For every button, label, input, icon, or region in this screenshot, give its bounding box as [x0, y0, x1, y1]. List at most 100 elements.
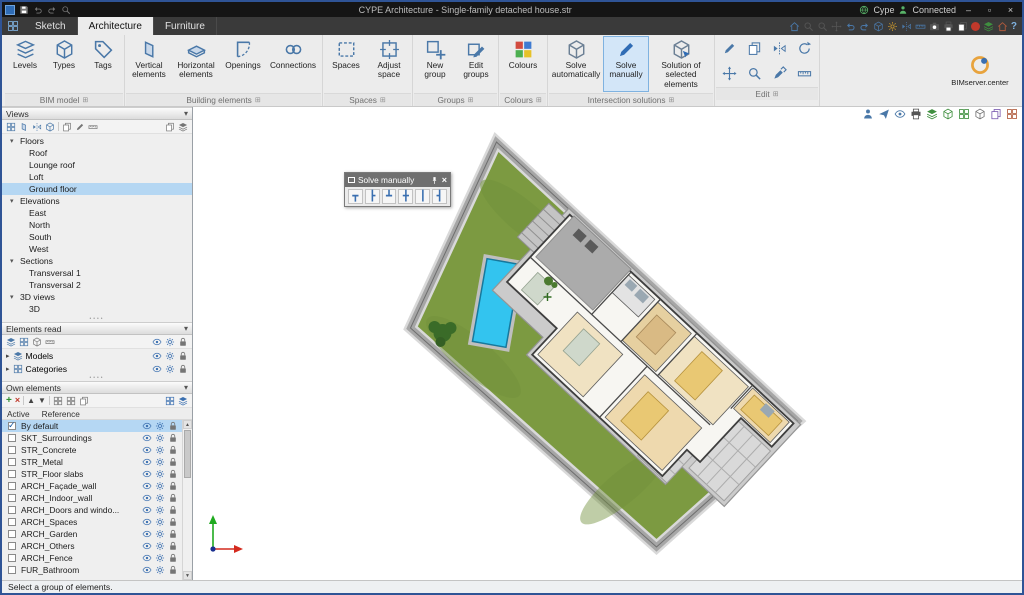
settings-icon[interactable]: [165, 351, 175, 361]
settings-icon[interactable]: [155, 481, 165, 491]
settings-icon[interactable]: [155, 565, 165, 575]
active-checkbox[interactable]: [8, 458, 16, 466]
own-element-row[interactable]: STR_Concrete: [2, 444, 192, 456]
floating-toolbar-titlebar[interactable]: Solve manually ×: [345, 173, 450, 187]
close-icon[interactable]: ×: [442, 175, 447, 185]
section-view-icon[interactable]: [32, 122, 42, 132]
elements-read-row-categories[interactable]: ▸ Categories: [2, 362, 192, 375]
active-checkbox[interactable]: [8, 506, 16, 514]
zoom-edit-button[interactable]: [743, 62, 766, 85]
own-element-row[interactable]: STR_Floor slabs: [2, 468, 192, 480]
visibility-icon[interactable]: [152, 351, 162, 361]
cype-logo-icon[interactable]: [859, 5, 869, 15]
app-menu-icon[interactable]: [2, 17, 24, 35]
app-icon[interactable]: [5, 4, 15, 15]
walkthrough-icon[interactable]: [862, 108, 874, 120]
expand-arrow-icon[interactable]: ▾: [10, 197, 17, 205]
ungroup-icon[interactable]: [66, 396, 76, 406]
lock-icon[interactable]: [168, 469, 178, 479]
visibility-icon[interactable]: [142, 541, 152, 551]
screenshot-icon[interactable]: [957, 21, 968, 32]
solve-automatically-button[interactable]: Solve automatically: [550, 36, 602, 92]
visibility-icon[interactable]: [142, 457, 152, 467]
own-element-row[interactable]: ARCH_Garden: [2, 528, 192, 540]
own-element-row[interactable]: ARCH_Others: [2, 540, 192, 552]
vertical-elements-button[interactable]: Vertical elements: [127, 36, 171, 92]
highlight-icon[interactable]: [165, 396, 175, 406]
visibility-icon[interactable]: [142, 421, 152, 431]
chevron-down-icon[interactable]: ▾: [184, 324, 188, 333]
floor-plan[interactable]: [193, 107, 1022, 580]
measure-icon[interactable]: [915, 21, 926, 32]
edit-groups-button[interactable]: Edit groups: [456, 36, 496, 92]
record-icon[interactable]: [970, 21, 980, 31]
visibility-icon[interactable]: [142, 553, 152, 563]
active-checkbox[interactable]: [8, 434, 16, 442]
components-icon[interactable]: [974, 108, 986, 120]
tree-item-roof[interactable]: Roof: [2, 147, 192, 159]
tree-item-ground-floor[interactable]: Ground floor: [2, 183, 192, 195]
lock-column-icon[interactable]: [178, 337, 188, 347]
active-checkbox[interactable]: [8, 554, 16, 562]
textures-icon[interactable]: [1006, 108, 1018, 120]
select-all-icon[interactable]: [32, 337, 42, 347]
connections-button[interactable]: Connections: [266, 36, 320, 92]
own-element-row[interactable]: SKT_Surroundings: [2, 432, 192, 444]
layers-icon[interactable]: [983, 21, 994, 32]
copy-button[interactable]: [743, 37, 766, 60]
bim-model-icon[interactable]: [997, 21, 1008, 32]
visibility-icon[interactable]: [142, 565, 152, 575]
tree-item-loft[interactable]: Loft: [2, 171, 192, 183]
copy-view-icon[interactable]: [165, 122, 175, 132]
mirror-button[interactable]: [768, 37, 791, 60]
elevation-view-icon[interactable]: [19, 122, 29, 132]
visibility-icon[interactable]: [894, 108, 906, 120]
settings-icon[interactable]: [155, 469, 165, 479]
previous-view-icon[interactable]: [845, 21, 856, 32]
dialog-launcher-icon[interactable]: ⊞: [669, 96, 675, 104]
close-button[interactable]: ×: [1002, 3, 1019, 16]
joint-cross-icon[interactable]: ╋: [398, 189, 414, 204]
tree-item-west[interactable]: West: [2, 243, 192, 255]
expand-arrow-icon[interactable]: ▾: [10, 257, 17, 265]
undo-icon[interactable]: [33, 5, 43, 15]
lock-icon[interactable]: [178, 351, 188, 361]
own-element-row[interactable]: ARCH_Façade_wall: [2, 480, 192, 492]
settings-icon[interactable]: [155, 541, 165, 551]
own-element-row[interactable]: By default: [2, 420, 192, 432]
add-group-icon[interactable]: +: [6, 395, 12, 406]
visibility-icon[interactable]: [152, 364, 162, 374]
publish-icon[interactable]: [878, 108, 890, 120]
settings-icon[interactable]: [155, 553, 165, 563]
active-checkbox[interactable]: [8, 446, 16, 454]
active-checkbox[interactable]: [8, 566, 16, 574]
own-element-row[interactable]: ARCH_Indoor_wall: [2, 492, 192, 504]
expand-arrow-icon[interactable]: ▸: [6, 365, 10, 373]
tags-button[interactable]: Tags: [84, 36, 122, 92]
visibility-column-icon[interactable]: [152, 337, 162, 347]
tree-item-sections[interactable]: ▾ Sections: [2, 255, 192, 267]
levels-button[interactable]: Levels: [6, 36, 44, 92]
active-checkbox[interactable]: [8, 518, 16, 526]
tree-item-transversal-1[interactable]: Transversal 1: [2, 267, 192, 279]
solution-of-selected-elements-button[interactable]: Solution of selected elements: [650, 36, 712, 92]
own-element-row[interactable]: STR_Metal: [2, 456, 192, 468]
active-checkbox[interactable]: [8, 420, 16, 431]
move-up-icon[interactable]: ▲: [27, 396, 35, 405]
visibility-icon[interactable]: [142, 469, 152, 479]
own-element-row[interactable]: ARCH_Spaces: [2, 516, 192, 528]
rotate-button[interactable]: [793, 37, 816, 60]
lock-icon[interactable]: [168, 541, 178, 551]
duplicate-view-icon[interactable]: [62, 122, 72, 132]
minimize-button[interactable]: –: [960, 3, 977, 16]
views-panel-header[interactable]: Views ▾: [2, 107, 192, 120]
export-icon[interactable]: [926, 108, 938, 120]
tree-item-transversal-2[interactable]: Transversal 2: [2, 279, 192, 291]
active-checkbox[interactable]: [8, 470, 16, 478]
redo-icon[interactable]: [47, 5, 57, 15]
settings-icon[interactable]: [155, 505, 165, 515]
own-element-row[interactable]: ARCH_Doors and windo...: [2, 504, 192, 516]
print-icon[interactable]: [910, 108, 922, 120]
chevron-down-icon[interactable]: ▾: [184, 383, 188, 392]
tree-item-elevations[interactable]: ▾ Elevations: [2, 195, 192, 207]
